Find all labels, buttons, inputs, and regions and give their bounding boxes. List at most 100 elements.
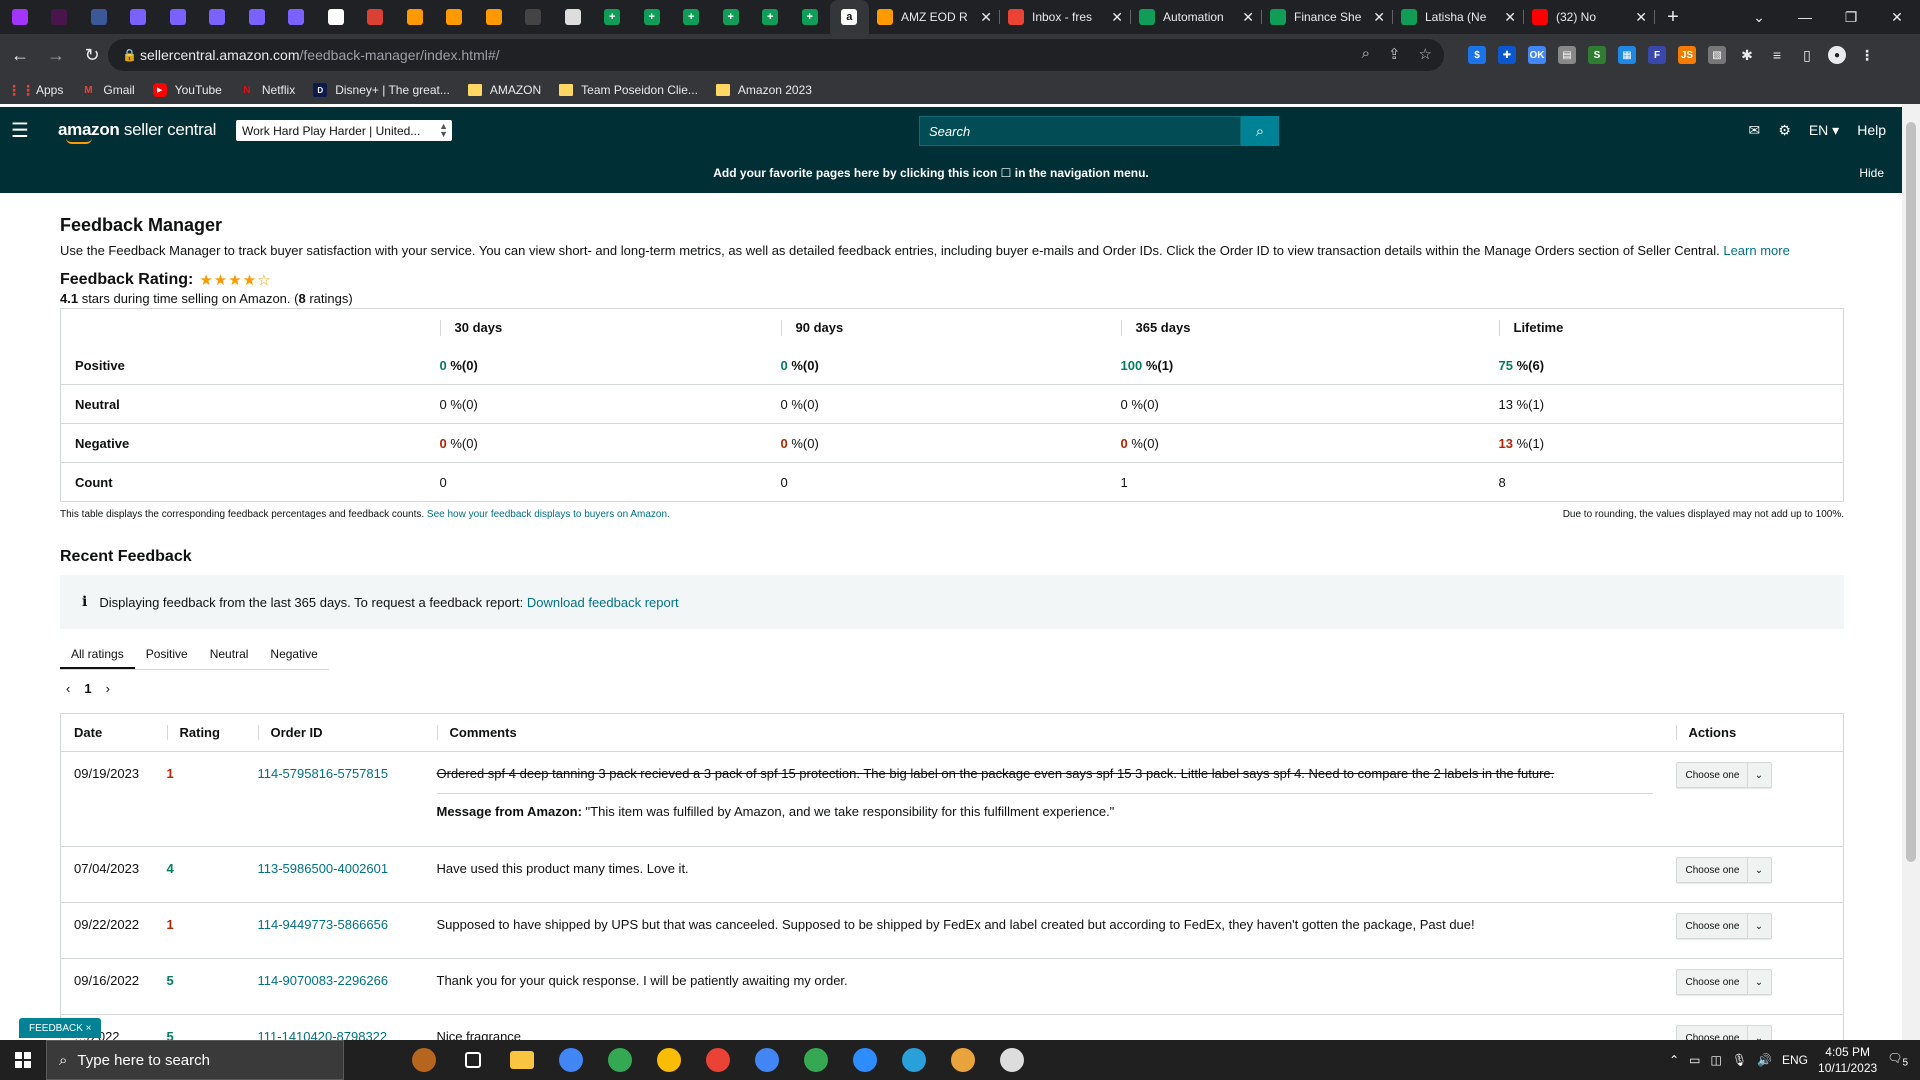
pinned-tab[interactable] (237, 0, 277, 34)
pinned-tab[interactable] (158, 0, 198, 34)
zoom-app-icon[interactable] (847, 1042, 883, 1078)
store-selector[interactable]: Work Hard Play Harder | United... ▲ ▼ (236, 120, 452, 141)
browser-tab[interactable]: Latisha (Ne ✕ (1393, 0, 1524, 34)
chevron-right-icon[interactable]: › (106, 681, 110, 696)
bookmark-folder-amazon-2023[interactable]: Amazon 2023 (715, 83, 812, 97)
search-input[interactable]: Search (919, 116, 1241, 146)
tab-all-ratings[interactable]: All ratings (60, 640, 135, 669)
pinned-tab[interactable]: a (829, 0, 869, 34)
extension-icon[interactable]: ▤ (1558, 46, 1576, 64)
extension-icon[interactable]: F (1648, 46, 1666, 64)
back-icon[interactable]: ← (4, 39, 36, 71)
mail-icon[interactable]: ✉ (1749, 122, 1761, 139)
browser-tab[interactable]: Finance She ✕ (1262, 0, 1393, 34)
learn-more-link[interactable]: Learn more (1723, 243, 1789, 258)
browser-tab[interactable]: Inbox - fres ✕ (1000, 0, 1131, 34)
extension-icon[interactable]: ✚ (1498, 46, 1516, 64)
media-icon[interactable]: ≡ (1768, 46, 1786, 64)
close-tab-icon[interactable]: ✕ (1111, 9, 1123, 26)
choose-one-dropdown[interactable]: Choose one ⌄ (1675, 913, 1772, 939)
chrome-icon[interactable] (700, 1042, 736, 1078)
extension-icon[interactable]: ▦ (1618, 46, 1636, 64)
tab-neutral[interactable]: Neutral (199, 640, 260, 669)
download-feedback-report-link[interactable]: Download feedback report (527, 595, 679, 610)
help-link[interactable]: Help (1857, 122, 1886, 138)
file-explorer-icon[interactable] (504, 1042, 540, 1078)
volume-icon[interactable]: 🔊 (1757, 1053, 1772, 1067)
tab-search-icon[interactable]: ⌄ (1736, 0, 1782, 34)
bookmark-youtube[interactable]: ▶ YouTube (152, 83, 222, 97)
pinned-tab[interactable] (356, 0, 396, 34)
pinned-tab[interactable]: + (711, 0, 751, 34)
extension-icon[interactable]: OK (1528, 46, 1546, 64)
forward-icon[interactable]: → (40, 39, 72, 71)
pinned-tab[interactable] (0, 0, 40, 34)
extension-icon[interactable]: $ (1468, 46, 1486, 64)
browser-tab[interactable]: AMZ EOD R ✕ (869, 0, 1000, 34)
extension-icon[interactable]: S (1588, 46, 1606, 64)
bookmark-folder-team-poseidon[interactable]: Team Poseidon Clie... (559, 83, 698, 97)
sidepanel-icon[interactable]: ▯ (1798, 46, 1816, 64)
page-number[interactable]: 1 (84, 681, 91, 696)
bookmark-netflix[interactable]: N Netflix (240, 83, 295, 97)
feedback-display-link[interactable]: See how your feedback displays to buyers… (427, 509, 670, 520)
pinned-tab[interactable]: + (632, 0, 672, 34)
chrome-icon[interactable] (602, 1042, 638, 1078)
minimize-button[interactable]: — (1782, 0, 1828, 34)
choose-one-dropdown[interactable]: Choose one ⌄ (1675, 857, 1772, 883)
chevron-left-icon[interactable]: ‹ (66, 681, 70, 696)
order-id-link[interactable]: 113-5986500-4002601 (258, 861, 389, 876)
tab-positive[interactable]: Positive (135, 640, 199, 669)
extension-icon[interactable]: JS (1678, 46, 1696, 64)
telegram-icon[interactable] (896, 1042, 932, 1078)
pinned-tab[interactable]: + (672, 0, 712, 34)
pinned-tab[interactable] (435, 0, 475, 34)
gear-icon[interactable]: ⚙ (1778, 122, 1791, 139)
seller-central-logo[interactable]: amazon seller central (58, 120, 216, 144)
pinned-tab[interactable] (474, 0, 514, 34)
maximize-button[interactable]: ❐ (1828, 0, 1874, 34)
browser-tab[interactable]: (32) No ✕ (1524, 0, 1655, 34)
notification-icon[interactable]: 🗨5 (1887, 1051, 1908, 1068)
pinned-tab[interactable] (198, 0, 238, 34)
pinned-tab[interactable] (79, 0, 119, 34)
puzzle-icon[interactable]: ✱ (1738, 46, 1756, 64)
share-icon[interactable]: ⇪ (1388, 45, 1401, 63)
close-tab-icon[interactable]: ✕ (1504, 9, 1516, 26)
chrome-icon[interactable] (798, 1042, 834, 1078)
chrome-icon[interactable] (749, 1042, 785, 1078)
pinned-tab[interactable] (277, 0, 317, 34)
scrollbar-thumb[interactable] (1906, 122, 1916, 862)
close-tab-icon[interactable]: ✕ (1373, 9, 1385, 26)
bookmark-disney[interactable]: D Disney+ | The great... (313, 83, 450, 97)
reload-icon[interactable]: ↻ (76, 39, 108, 71)
clock[interactable]: 4:05 PM 10/11/2023 (1818, 1044, 1877, 1076)
pinned-tab[interactable] (40, 0, 80, 34)
pinned-tab[interactable] (553, 0, 593, 34)
spider-icon[interactable] (994, 1042, 1030, 1078)
new-tab-button[interactable]: + (1655, 6, 1691, 29)
order-id-link[interactable]: 114-5795816-5757815 (258, 766, 389, 781)
tab-negative[interactable]: Negative (259, 640, 328, 669)
chrome-icon[interactable] (651, 1042, 687, 1078)
hamburger-menu-icon[interactable]: ☰ (0, 107, 40, 153)
task-view-icon[interactable] (455, 1042, 491, 1078)
search-button[interactable]: ⌕ (1241, 116, 1279, 146)
language-selector[interactable]: EN ▾ (1809, 122, 1839, 139)
chevron-up-icon[interactable]: ⌃ (1669, 1053, 1679, 1067)
order-id-link[interactable]: 114-9449773-5866656 (258, 917, 389, 932)
pinned-tab[interactable] (119, 0, 159, 34)
pinned-tab[interactable] (316, 0, 356, 34)
windows-start-icon[interactable] (0, 1040, 46, 1080)
close-window-button[interactable]: ✕ (1874, 0, 1920, 34)
order-id-link[interactable]: 114-9070083-2296266 (258, 973, 389, 988)
pinned-tab[interactable]: + (751, 0, 791, 34)
bookmark-folder-amazon[interactable]: AMAZON (467, 83, 541, 97)
microphone-icon[interactable]: 🎙 (1732, 1053, 1747, 1067)
file-explorer-game-icon[interactable] (406, 1042, 442, 1078)
bookmark-gmail[interactable]: M Gmail (81, 83, 135, 97)
pinned-tab[interactable]: + (593, 0, 633, 34)
choose-one-dropdown[interactable]: Choose one ⌄ (1675, 762, 1772, 788)
extension-icon[interactable]: ▧ (1708, 46, 1726, 64)
menu-kebab-icon[interactable]: ⋮ (1858, 46, 1876, 64)
